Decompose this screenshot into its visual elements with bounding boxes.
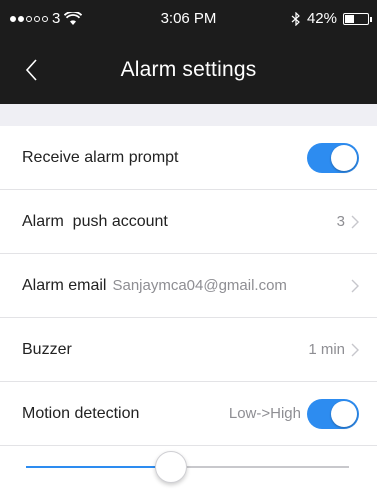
receive-alarm-row[interactable]: Receive alarm prompt — [0, 126, 377, 190]
motion-detection-label: Motion detection — [22, 404, 140, 422]
battery-fill — [345, 14, 354, 23]
chevron-right-icon — [351, 343, 359, 356]
bluetooth-icon — [291, 11, 300, 26]
toggle-knob — [331, 144, 357, 171]
alarm-email-value: Sanjaymca04@gmail.com — [112, 277, 287, 294]
status-bar: 3 3:06 PM 42% — [0, 0, 377, 36]
sensitivity-slider — [0, 446, 377, 499]
settings-list: Receive alarm prompt Alarm push account … — [0, 126, 377, 446]
chevron-right-icon — [351, 279, 359, 292]
push-account-right: 3 — [337, 213, 359, 230]
chevron-right-icon — [351, 215, 359, 228]
slider-track[interactable] — [26, 451, 349, 483]
toggle-knob — [331, 400, 357, 427]
alarm-email-row[interactable]: Alarm email Sanjaymca04@gmail.com — [0, 254, 377, 318]
receive-alarm-right — [307, 142, 359, 173]
status-right: 42% — [291, 10, 372, 27]
push-account-label: Alarm push account — [22, 212, 168, 230]
page-title: Alarm settings — [120, 58, 257, 81]
buzzer-value: 1 min — [308, 341, 345, 358]
motion-detection-right: Low->High — [228, 398, 359, 429]
receive-alarm-toggle[interactable] — [307, 142, 359, 173]
push-account-value: 3 — [336, 213, 345, 230]
push-account-row[interactable]: Alarm push account 3 — [0, 190, 377, 254]
receive-alarm-label: Receive alarm prompt — [22, 148, 179, 166]
nav-bar: Alarm settings — [0, 36, 377, 104]
alarm-email-label: Alarm email — [22, 276, 107, 294]
battery-icon — [343, 12, 372, 25]
motion-sensitivity-value: Low->High — [228, 405, 301, 422]
motion-detection-toggle[interactable] — [307, 398, 359, 429]
section-spacer — [0, 104, 377, 126]
motion-detection-row[interactable]: Motion detection Low->High — [0, 382, 377, 446]
buzzer-label: Buzzer — [22, 340, 72, 358]
buzzer-right: 1 min — [308, 341, 359, 358]
battery-percent: 42% — [306, 10, 337, 27]
slider-fill — [26, 466, 172, 468]
alarm-email-right — [351, 279, 359, 293]
slider-thumb[interactable] — [155, 451, 188, 483]
buzzer-row[interactable]: Buzzer 1 min — [0, 318, 377, 382]
